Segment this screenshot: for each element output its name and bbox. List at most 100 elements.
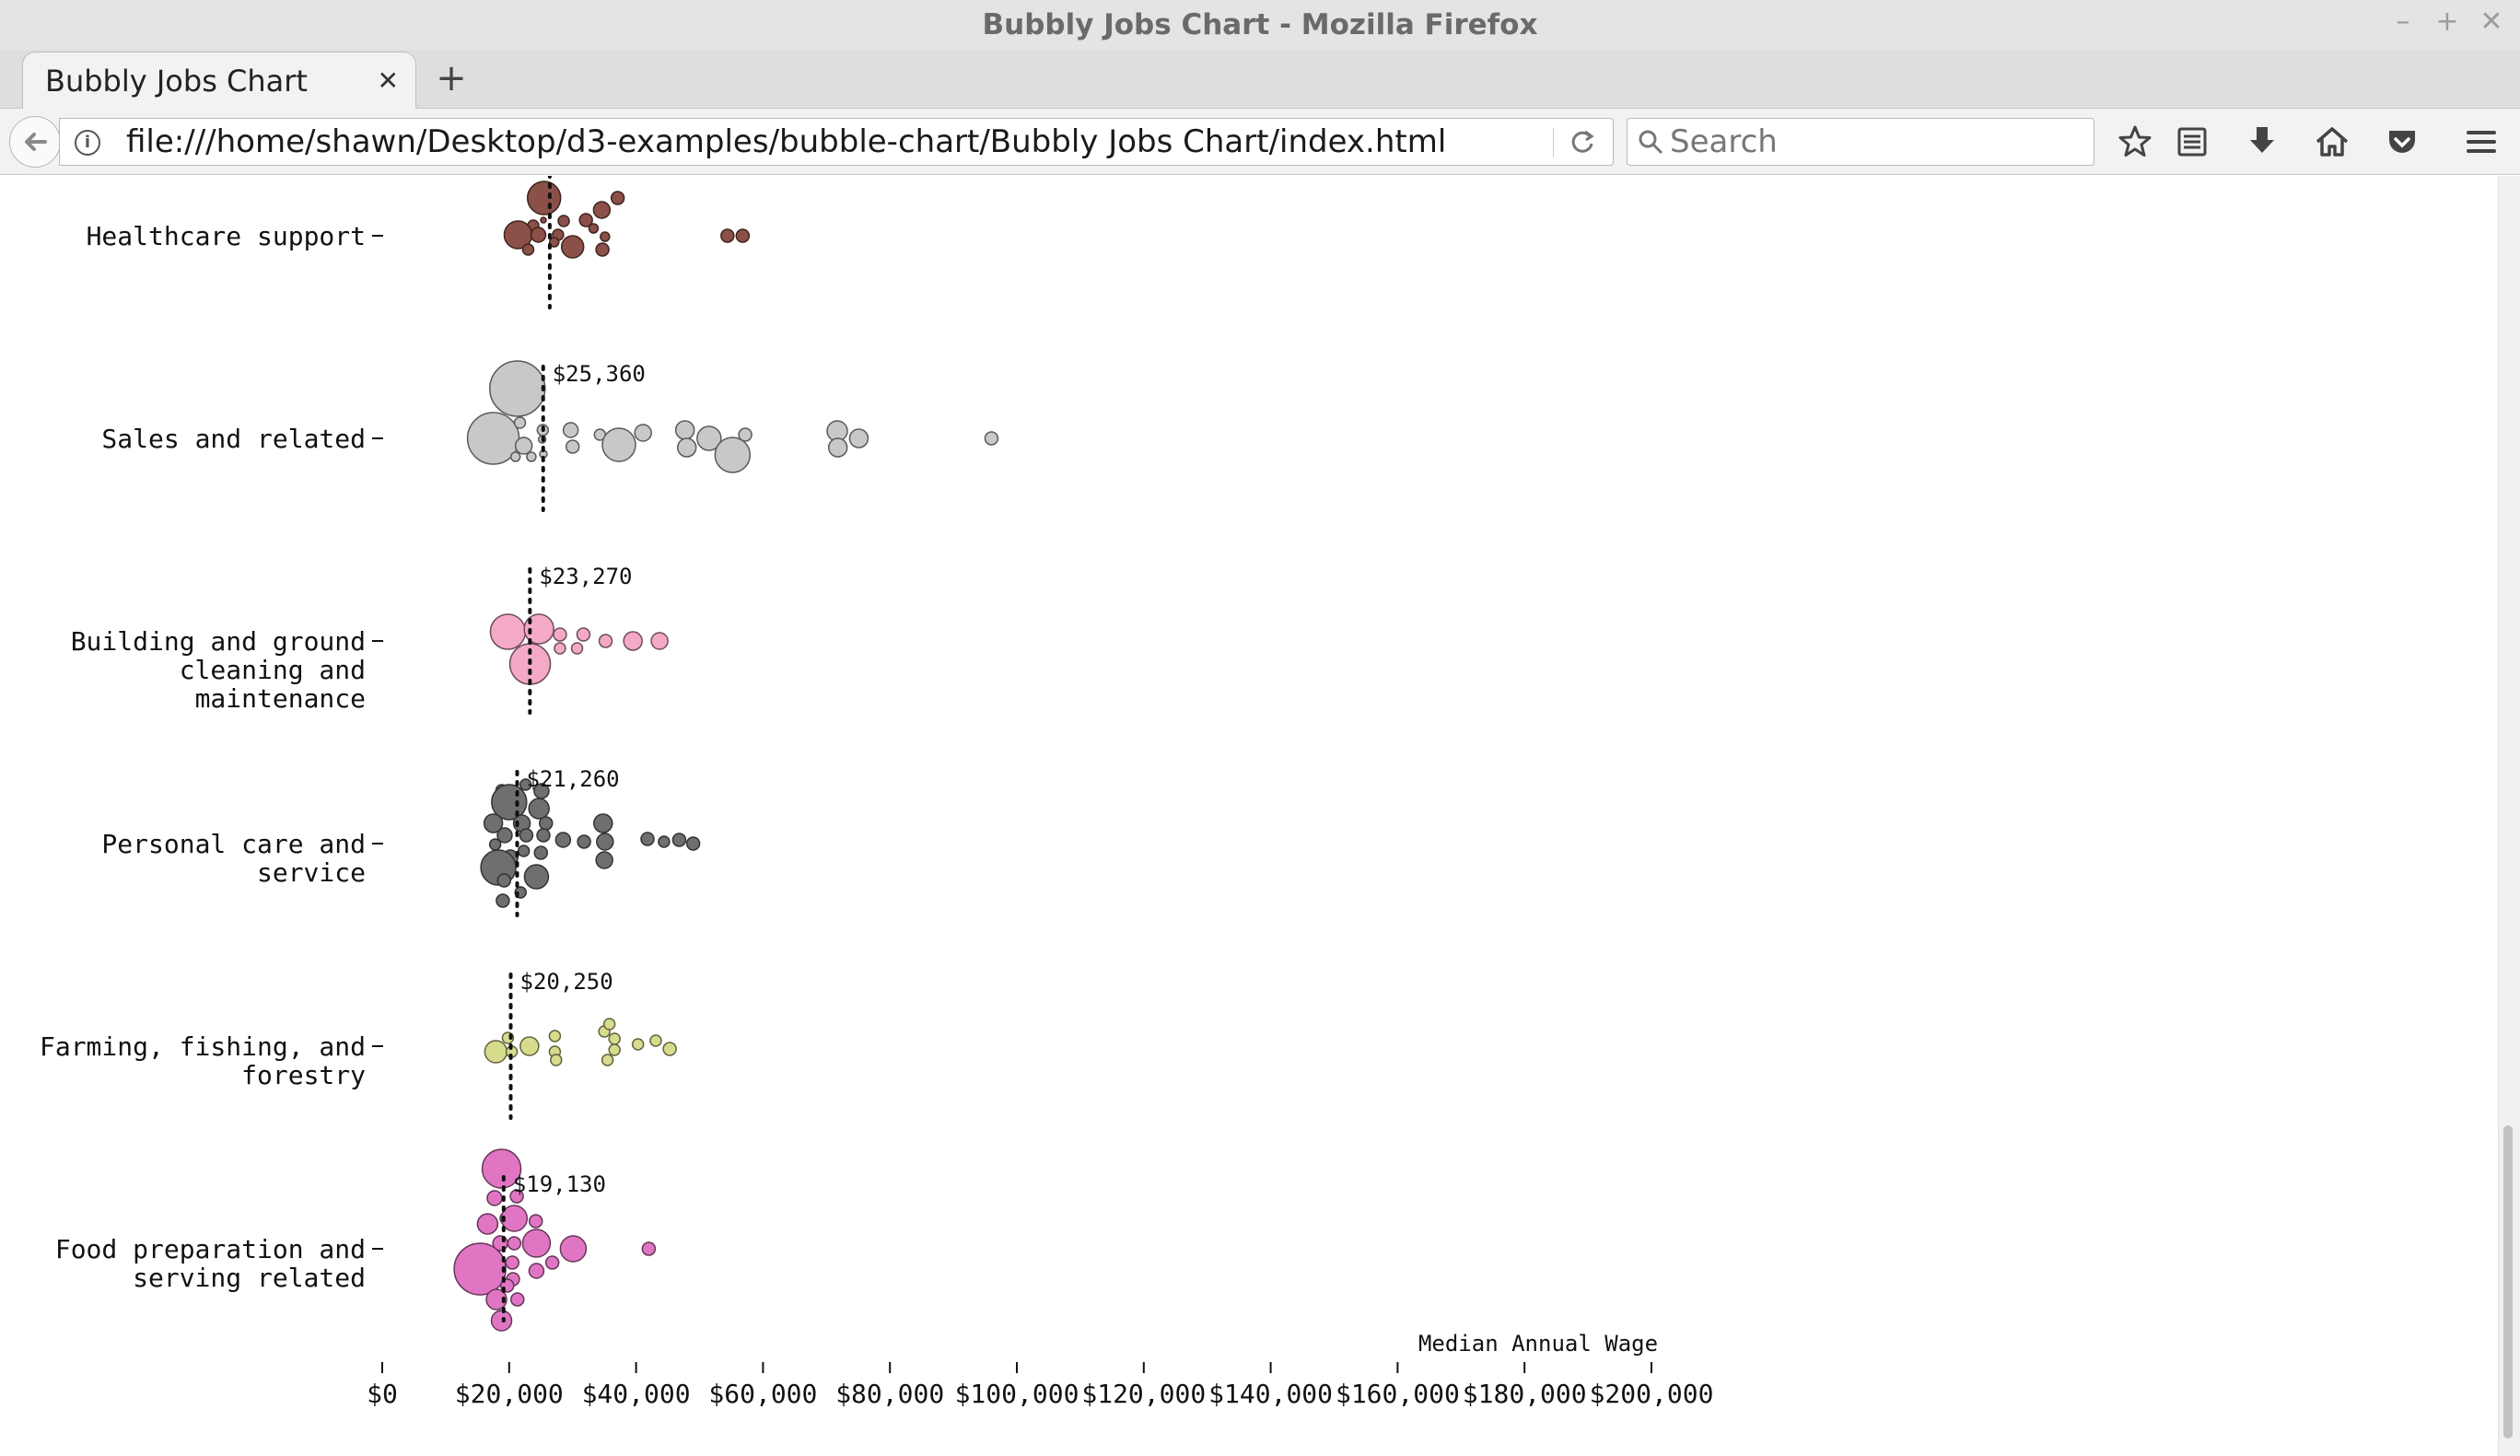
job-bubble	[544, 1255, 560, 1270]
job-bubble	[565, 439, 580, 454]
x-axis-tick-label: $180,000	[1463, 1379, 1587, 1409]
job-bubble	[576, 627, 591, 642]
job-bubble	[517, 844, 531, 857]
x-axis-tick-label: $140,000	[1208, 1379, 1333, 1409]
window-titlebar: Bubbly Jobs Chart - Mozilla Firefox – + …	[0, 0, 2520, 50]
job-bubble	[560, 235, 585, 259]
close-window-button[interactable]: ✕	[2479, 6, 2503, 38]
url-input[interactable]: file:///home/shawn/Desktop/d3-examples/b…	[126, 119, 1446, 165]
job-bubble	[539, 816, 554, 831]
x-axis-title: Median Annual Wage	[1418, 1331, 1658, 1357]
category-label: serving related	[133, 1263, 366, 1293]
x-axis-tick-label: $80,000	[835, 1379, 944, 1409]
job-bubble	[484, 1040, 508, 1064]
url-bar[interactable]: i file:///home/shawn/Desktop/d3-examples…	[59, 118, 1614, 166]
job-bubble	[559, 1235, 588, 1263]
download-icon[interactable]	[2242, 122, 2282, 162]
job-bubble	[540, 216, 547, 224]
job-bubble	[528, 798, 550, 820]
new-tab-button[interactable]: +	[431, 57, 472, 99]
job-bubble	[536, 828, 551, 843]
median-value-label: $23,270	[539, 564, 632, 589]
back-icon	[25, 133, 47, 151]
median-value-label: $19,130	[513, 1171, 606, 1197]
job-bubble	[608, 1032, 621, 1045]
job-bubble	[608, 1043, 621, 1056]
category-label: service	[257, 857, 366, 888]
job-bubble	[588, 223, 600, 234]
job-bubble	[601, 1054, 614, 1066]
job-bubble	[496, 873, 512, 888]
x-axis-tick-label: $100,000	[955, 1379, 1079, 1409]
job-bubble	[496, 893, 510, 908]
job-bubble	[671, 833, 687, 847]
job-bubble	[570, 642, 584, 655]
job-bubble	[521, 243, 535, 256]
x-axis-tick-label: $160,000	[1336, 1379, 1460, 1409]
job-bubble	[476, 1213, 499, 1235]
job-bubble	[526, 181, 562, 215]
url-divider	[1553, 128, 1554, 157]
tab-bubbly-jobs-chart[interactable]: Bubbly Jobs Chart ✕	[22, 52, 416, 109]
job-bubble	[592, 201, 612, 219]
job-bubble	[528, 1214, 543, 1229]
pocket-icon[interactable]	[2382, 122, 2422, 162]
menu-icon[interactable]	[2461, 122, 2502, 162]
job-bubble	[674, 420, 695, 440]
info-icon[interactable]: i	[75, 130, 100, 156]
x-axis-tick-label: $0	[367, 1379, 398, 1409]
tab-label: Bubbly Jobs Chart	[45, 63, 308, 99]
job-bubble	[514, 437, 533, 455]
job-bubble	[676, 437, 697, 458]
job-bubble	[600, 231, 611, 242]
job-bubble	[685, 836, 701, 851]
bookmark-star-icon[interactable]	[2115, 122, 2155, 162]
search-box[interactable]: Search	[1627, 118, 2094, 166]
job-bubble	[526, 451, 537, 462]
job-bubble	[486, 1190, 503, 1206]
job-bubble	[848, 428, 869, 448]
page-content: Healthcare support Sales and related $25,3…	[0, 176, 2498, 1456]
job-bubble	[595, 242, 610, 257]
scrollbar-thumb[interactable]	[2503, 1125, 2513, 1439]
reading-list-icon[interactable]	[2172, 122, 2212, 162]
job-bubble	[507, 1236, 522, 1251]
job-bubble	[601, 427, 636, 462]
job-bubble	[658, 835, 671, 848]
job-bubble	[557, 215, 570, 227]
home-icon[interactable]	[2312, 122, 2352, 162]
job-bubble	[595, 851, 613, 869]
category-label: Farming, fishing, and	[40, 1031, 366, 1062]
back-button[interactable]	[9, 116, 61, 168]
job-bubble	[510, 1292, 525, 1307]
job-bubble	[533, 845, 548, 860]
job-bubble	[521, 1229, 552, 1258]
job-bubble	[738, 427, 752, 442]
search-input[interactable]: Search	[1670, 119, 1778, 165]
maximize-button[interactable]: +	[2435, 6, 2459, 38]
job-bubble	[577, 834, 591, 849]
minimize-button[interactable]: –	[2391, 6, 2415, 38]
category-label: cleaning and	[180, 655, 366, 685]
window-title: Bubbly Jobs Chart - Mozilla Firefox	[982, 8, 1538, 41]
bubble-chart: Healthcare support Sales and related $25,3…	[40, 176, 1713, 1409]
category-label: Personal care and	[101, 829, 366, 859]
category-label: Food preparation and	[55, 1234, 366, 1264]
job-bubble	[548, 1030, 562, 1042]
job-bubble	[519, 1036, 540, 1056]
x-axis-tick-label: $120,000	[1081, 1379, 1206, 1409]
job-bubble	[509, 451, 521, 462]
reload-icon[interactable]	[1567, 126, 1598, 157]
tab-close-icon[interactable]: ✕	[378, 65, 399, 96]
job-bubble	[562, 422, 579, 438]
job-bubble	[453, 1242, 507, 1296]
category-label: Sales and related	[101, 424, 366, 454]
job-bubble	[554, 642, 566, 655]
job-bubble	[489, 360, 546, 417]
job-bubble	[519, 828, 534, 843]
job-bubble	[827, 437, 848, 458]
job-bubble	[610, 191, 625, 205]
x-axis-tick-label: $20,000	[455, 1379, 564, 1409]
median-value-label: $20,250	[520, 969, 613, 995]
window-controls: – + ✕	[2391, 6, 2503, 38]
